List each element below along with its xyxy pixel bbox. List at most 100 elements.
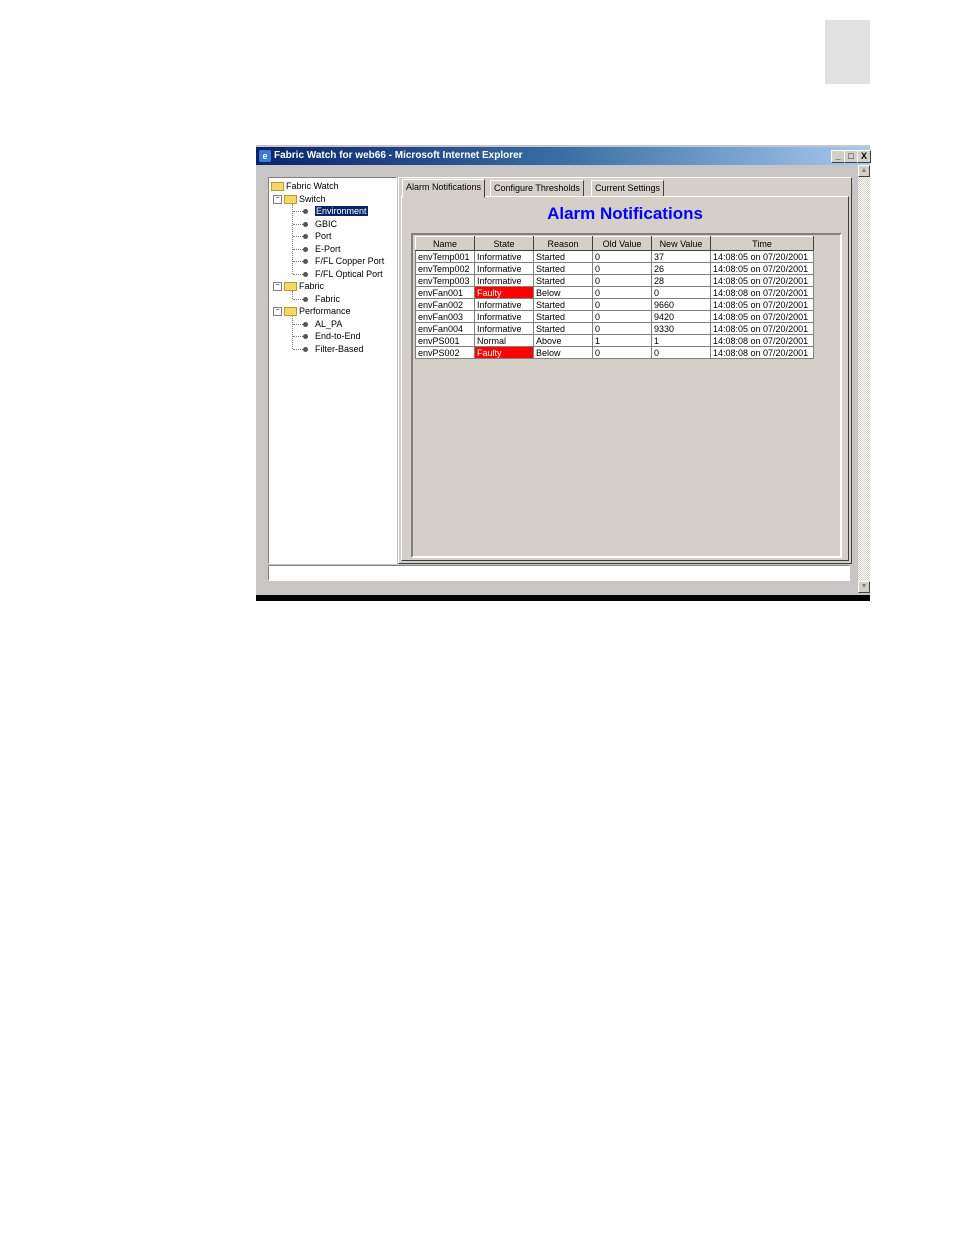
collapse-icon[interactable]: − [273, 194, 282, 204]
cell-reason: Above [533, 334, 593, 347]
tree-item-label: F/FL Copper Port [315, 256, 385, 266]
cell-old-value: 0 [592, 286, 652, 299]
cell-new-value: 1 [651, 334, 711, 347]
tree-item[interactable]: F/FL Copper Port [303, 255, 384, 267]
tree-item-label: Fabric [315, 293, 341, 304]
cell-new-value: 9420 [651, 310, 711, 323]
cell-old-value: 0 [592, 262, 652, 275]
scroll-up-arrow-icon[interactable]: ▲ [858, 165, 870, 177]
table-row: envFan003 Informative Started 0 9420 14:08:05… [415, 310, 814, 323]
navigation-tree: Fabric Watch − Switch Environment GBIC Port E-… [268, 177, 397, 564]
table-header-row: Name State Reason Old Value New Value Ti… [415, 236, 814, 251]
table-row: envTemp002 Informative Started 0 26 14:08:05 … [415, 262, 814, 275]
table-row: envPS002 Faulty Below 0 0 14:08:08 on 07/20/2… [415, 346, 814, 359]
bullet-icon [303, 346, 308, 352]
column-header-state[interactable]: State [474, 236, 534, 251]
cell-reason: Started [533, 322, 593, 335]
folder-icon [271, 182, 284, 192]
content-panel: Alarm Notifications Configure Thresholds… [398, 177, 852, 564]
folder-icon [284, 307, 297, 317]
table-row: envTemp003 Informative Started 0 28 14:08:05 … [415, 274, 814, 287]
cell-new-value: 9330 [651, 322, 711, 335]
cell-name: envFan004 [415, 322, 475, 335]
tree-item[interactable]: E-Port [303, 243, 341, 255]
tree-item[interactable]: Environment [303, 205, 368, 217]
cell-state: Normal [474, 334, 534, 347]
tab-current-settings[interactable]: Current Settings [591, 180, 665, 197]
tree-group-label: Switch [299, 193, 326, 204]
bullet-icon [303, 209, 308, 215]
folder-icon [284, 282, 297, 292]
cell-old-value: 0 [592, 274, 652, 287]
cell-reason: Started [533, 250, 593, 263]
column-header-old-value[interactable]: Old Value [592, 236, 652, 251]
bullet-icon [303, 246, 308, 252]
table-row: envPS001 Normal Above 1 1 14:08:08 on 07/20/2… [415, 334, 814, 347]
cell-state: Informative [474, 322, 534, 335]
cell-name: envTemp001 [415, 250, 475, 263]
tree-group[interactable]: − Fabric [273, 280, 324, 292]
column-header-time[interactable]: Time [710, 236, 814, 251]
tree-group[interactable]: − Switch [273, 193, 326, 205]
scroll-down-arrow-icon[interactable]: ▼ [858, 581, 870, 593]
cell-reason: Started [533, 298, 593, 311]
cell-new-value: 26 [651, 262, 711, 275]
cell-time: 14:08:05 on 07/20/2001 [710, 274, 814, 287]
collapse-icon[interactable]: − [273, 282, 282, 292]
cell-name: envFan002 [415, 298, 475, 311]
cell-time: 14:08:05 on 07/20/2001 [710, 322, 814, 335]
bullet-icon [303, 221, 308, 227]
status-bar [268, 565, 850, 581]
cell-name: envPS001 [415, 334, 475, 347]
alarm-table-container: Name State Reason Old Value New Value Ti… [411, 233, 842, 558]
collapse-icon[interactable]: − [273, 307, 282, 317]
minimize-button[interactable]: _ [831, 150, 845, 163]
tree-group[interactable]: − Performance [273, 305, 351, 317]
cell-state: Informative [474, 262, 534, 275]
cell-state: Informative [474, 250, 534, 263]
cell-name: envFan001 [415, 286, 475, 299]
table-row: envFan002 Informative Started 0 9660 14:08:05… [415, 298, 814, 311]
tree-item[interactable]: Filter-Based [303, 343, 364, 355]
cell-old-value: 0 [592, 322, 652, 335]
table-row: envTemp001 Informative Started 0 37 14:08:05 … [415, 250, 814, 263]
tree-item-label: AL_PA [315, 318, 343, 329]
tab-configure-thresholds[interactable]: Configure Thresholds [490, 180, 584, 197]
tree-root[interactable]: Fabric Watch [271, 180, 339, 192]
tab-alarm-notifications[interactable]: Alarm Notifications [402, 179, 486, 198]
cell-state: Informative [474, 274, 534, 287]
cell-new-value: 9660 [651, 298, 711, 311]
column-header-reason[interactable]: Reason [533, 236, 593, 251]
vertical-scrollbar[interactable]: ▲ ▼ [858, 165, 870, 593]
column-header-new-value[interactable]: New Value [651, 236, 711, 251]
cell-name: envPS002 [415, 346, 475, 359]
tree-item[interactable]: AL_PA [303, 318, 342, 330]
cell-reason: Below [533, 286, 593, 299]
tree-item-label: Port [315, 231, 332, 241]
tree-item-label: F/FL Optical Port [315, 268, 383, 279]
cell-name: envFan003 [415, 310, 475, 323]
bullet-icon [303, 259, 308, 265]
cell-time: 14:08:05 on 07/20/2001 [710, 262, 814, 275]
title-bar: e Fabric Watch for web66 - Microsoft Int… [256, 147, 871, 165]
maximize-button[interactable]: □ [844, 150, 858, 163]
cell-reason: Started [533, 274, 593, 287]
table-row: envFan004 Informative Started 0 9330 14:08:05… [415, 322, 814, 335]
folder-icon [284, 194, 297, 204]
table-row: envFan001 Faulty Below 0 0 14:08:08 on 07/20/… [415, 286, 814, 299]
tree-item[interactable]: Fabric [303, 293, 340, 305]
page-thumb-tab [825, 20, 870, 84]
cell-state: Informative [474, 310, 534, 323]
browser-window: e Fabric Watch for web66 - Microsoft Int… [256, 145, 871, 601]
cell-time: 14:08:05 on 07/20/2001 [710, 310, 814, 323]
alarm-table: Name State Reason Old Value New Value Ti… [415, 236, 814, 359]
tree-item[interactable]: Port [303, 230, 332, 242]
tree-item[interactable]: F/FL Optical Port [303, 268, 383, 280]
tree-item[interactable]: GBIC [303, 218, 337, 230]
tree-item[interactable]: End-to-End [303, 330, 361, 342]
column-header-name[interactable]: Name [415, 236, 475, 251]
tree-connector [292, 203, 293, 274]
cell-old-value: 1 [592, 334, 652, 347]
cell-new-value: 0 [651, 286, 711, 299]
close-button[interactable]: X [857, 150, 871, 163]
